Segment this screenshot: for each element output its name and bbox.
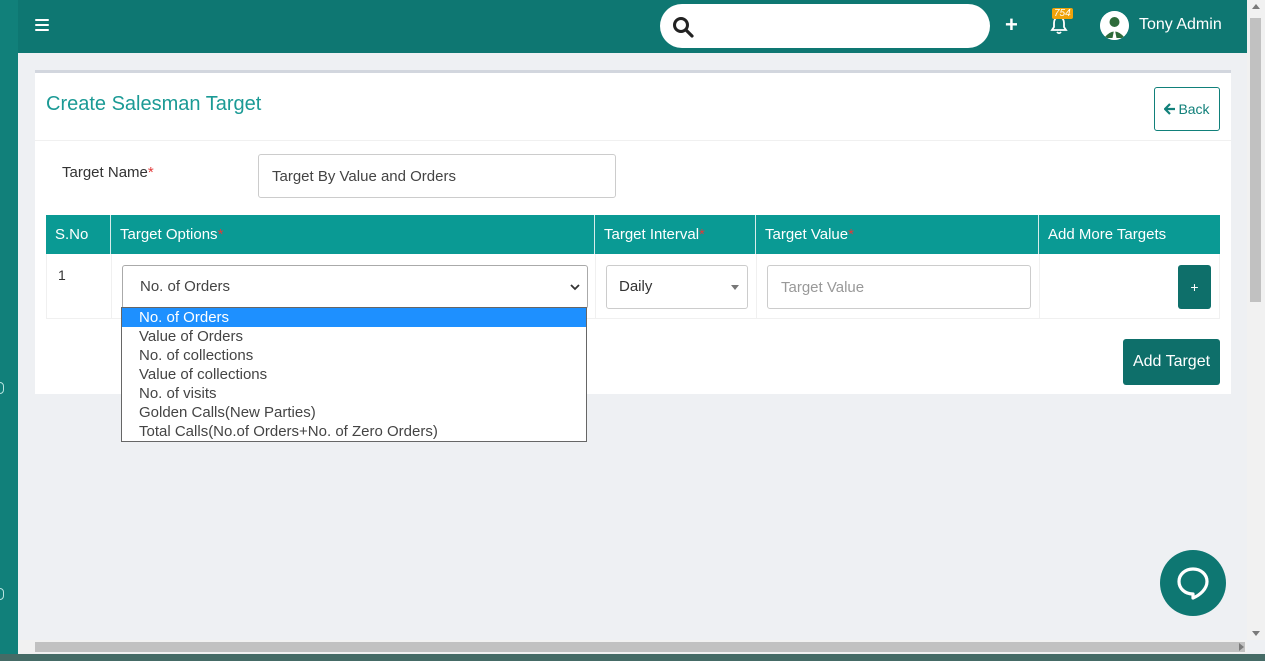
search-input[interactable]: [660, 4, 990, 48]
col-header-options-label: Target Options: [120, 226, 218, 243]
back-button[interactable]: Back: [1154, 87, 1220, 131]
sidebar: [0, 0, 18, 661]
col-header-value: Target Value*: [756, 215, 1039, 254]
target-name-label-text: Target Name: [62, 164, 148, 181]
required-mark: *: [217, 226, 224, 243]
chat-bubble-icon: [1177, 567, 1209, 600]
notification-badge: 754: [1052, 8, 1073, 19]
vertical-scrollbar[interactable]: [1247, 0, 1265, 640]
scrollbar-thumb[interactable]: [35, 642, 1245, 652]
col-header-options: Target Options*: [111, 215, 595, 254]
add-icon[interactable]: +: [1005, 14, 1018, 36]
user-name[interactable]: Tony Admin: [1139, 16, 1222, 34]
dropdown-option[interactable]: No. of collections: [122, 346, 586, 365]
scroll-up-icon[interactable]: [1252, 4, 1260, 9]
dropdown-option[interactable]: No. of visits: [122, 384, 586, 403]
required-mark: *: [848, 226, 854, 243]
dropdown-option[interactable]: Golden Calls(New Parties): [122, 403, 586, 422]
target-value-input[interactable]: [767, 265, 1031, 309]
dropdown-option[interactable]: Value of collections: [122, 365, 586, 384]
target-interval-selected: Daily: [619, 278, 653, 295]
sidebar-nav-icon[interactable]: [0, 382, 4, 394]
user-avatar-icon: [1100, 11, 1129, 40]
arrow-left-icon: [1164, 103, 1176, 115]
required-mark: *: [147, 164, 154, 181]
sidebar-nav-icon[interactable]: [0, 588, 4, 600]
divider: [35, 140, 1231, 141]
cell-divider: [595, 254, 596, 319]
required-mark: *: [699, 226, 705, 243]
horizontal-scrollbar[interactable]: [18, 640, 1247, 654]
target-name-input[interactable]: [258, 154, 616, 198]
col-header-sno: S.No: [46, 215, 111, 254]
caret-down-icon: [731, 285, 739, 290]
page-title: Create Salesman Target: [46, 93, 262, 115]
cell-divider: [1039, 254, 1040, 319]
menu-icon[interactable]: [35, 19, 49, 31]
target-name-label: Target Name*: [62, 164, 154, 181]
scrollbar-thumb[interactable]: [1250, 18, 1261, 302]
target-interval-select[interactable]: Daily: [606, 265, 748, 309]
col-header-add-more-label: Add More Targets: [1048, 226, 1167, 243]
scroll-right-icon[interactable]: [1239, 643, 1244, 651]
col-header-interval-label: Target Interval: [604, 226, 700, 243]
col-header-value-label: Target Value: [765, 226, 849, 243]
scroll-down-icon[interactable]: [1252, 631, 1260, 636]
row-sno: 1: [58, 267, 66, 283]
dropdown-option[interactable]: No. of Orders: [122, 308, 586, 327]
chat-widget-button[interactable]: [1160, 550, 1226, 616]
add-target-button[interactable]: Add Target: [1123, 339, 1220, 385]
targets-table-header: S.No Target Options* Target Interval* Ta…: [46, 215, 1220, 254]
chevron-down-icon: [570, 284, 580, 291]
target-options-selected: No. of Orders: [140, 278, 231, 295]
add-more-target-button[interactable]: +: [1178, 265, 1211, 309]
target-options-dropdown: No. of Orders Value of Orders No. of colle…: [121, 307, 587, 442]
dropdown-option[interactable]: Value of Orders: [122, 327, 586, 346]
dropdown-option[interactable]: Total Calls(No.of Orders+No. of Zero Ord…: [122, 422, 586, 441]
cell-divider: [756, 254, 757, 319]
search-icon: [673, 17, 694, 38]
taskbar: [0, 654, 1265, 661]
col-header-sno-label: S.No: [55, 226, 89, 243]
back-button-label: Back: [1178, 101, 1210, 117]
cell-divider: [111, 254, 112, 319]
top-navbar: + 754 Tony Admin: [18, 0, 1247, 53]
col-header-add-more: Add More Targets: [1039, 215, 1220, 254]
target-options-select[interactable]: No. of Orders: [122, 265, 588, 309]
col-header-interval: Target Interval*: [595, 215, 756, 254]
avatar[interactable]: [1100, 11, 1129, 40]
